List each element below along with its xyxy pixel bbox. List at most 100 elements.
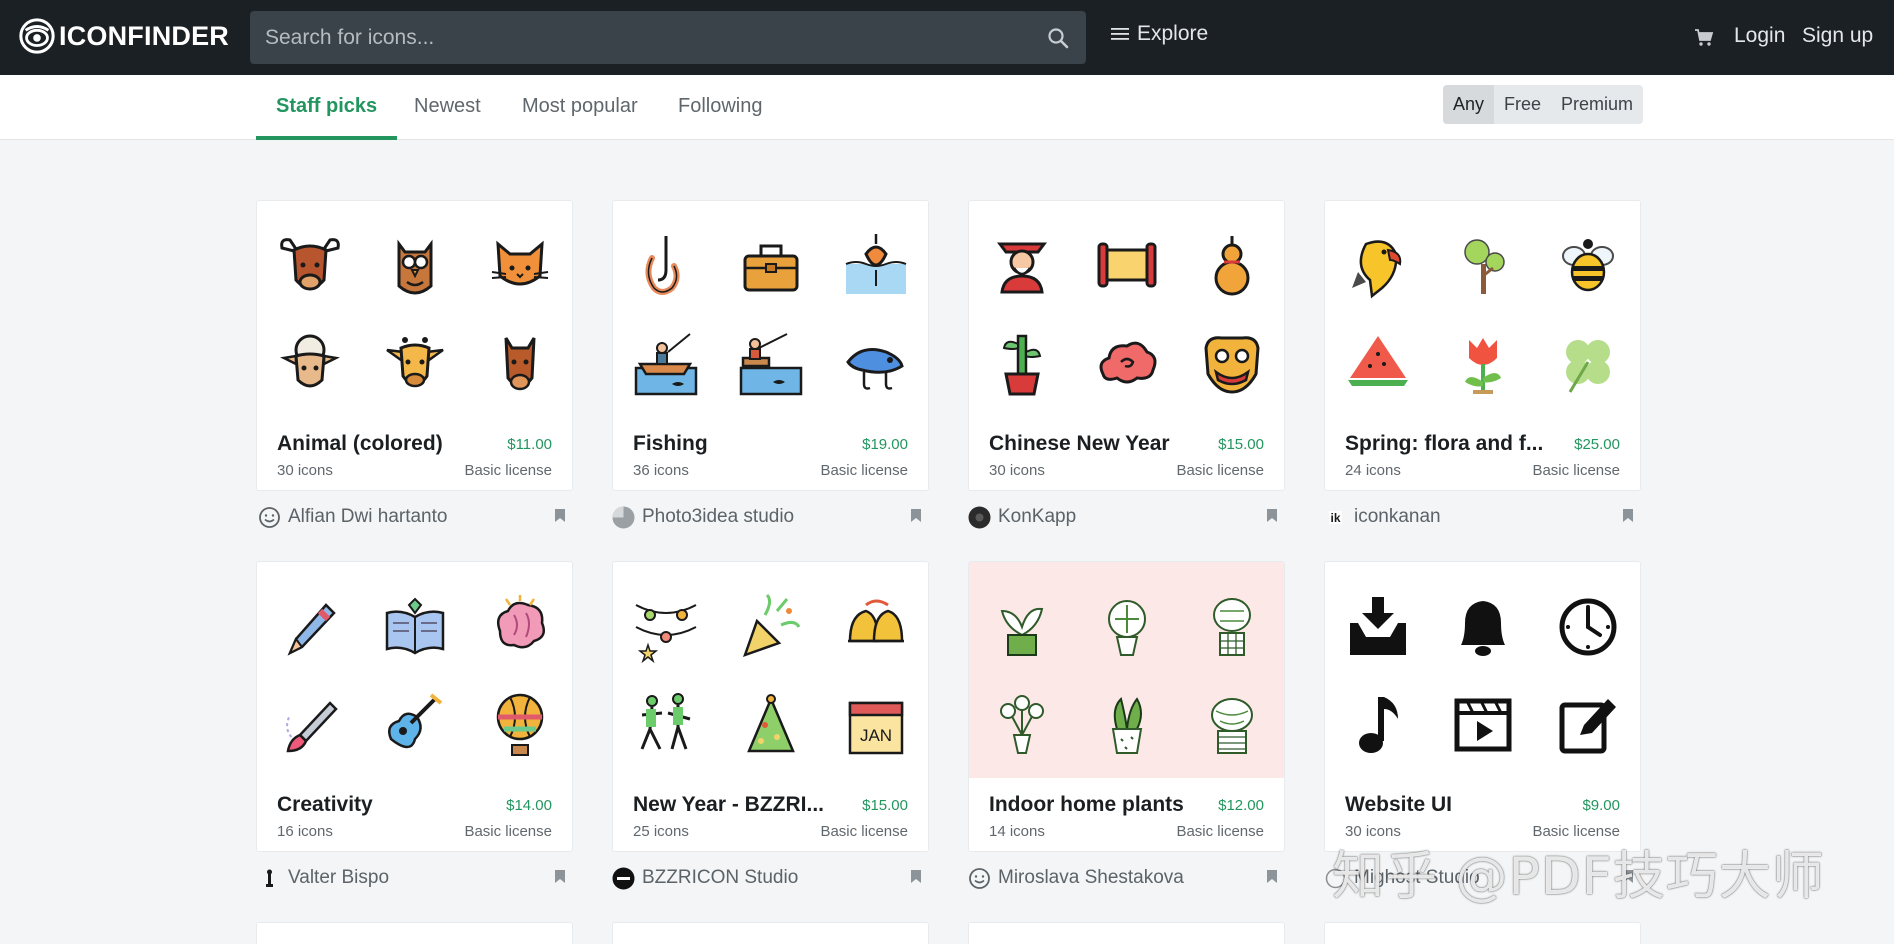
iconset-card[interactable]: Spring: flora and f... $25.00 24 icons B… (1324, 200, 1641, 491)
iconset-price: $11.00 (507, 436, 552, 453)
author-link[interactable]: BZZRICON Studio (612, 865, 798, 891)
sheep-icon (276, 328, 344, 400)
author-name: BZZRICON Studio (642, 867, 799, 888)
top-navbar: ICONFINDER Explore Login Sign up (0, 0, 1894, 75)
music-note-icon (1344, 689, 1412, 761)
open-book-icon (381, 591, 449, 663)
iconset-card[interactable] (968, 922, 1285, 944)
cat-icon (486, 230, 554, 302)
iconset-price: $19.00 (862, 436, 908, 453)
iconset-preview[interactable] (1325, 562, 1640, 778)
explore-menu-button[interactable]: Explore (1110, 22, 1208, 46)
bookmark-icon[interactable] (910, 508, 922, 523)
author-link[interactable]: Miroslava Shestakova (968, 865, 1184, 891)
author-link[interactable]: Photo3idea studio (612, 504, 794, 530)
license-free-button[interactable]: Free (1494, 85, 1551, 124)
search-icon[interactable] (1046, 26, 1070, 50)
login-link[interactable]: Login (1734, 24, 1785, 48)
bookmark-icon[interactable] (1266, 869, 1278, 884)
snake-plant-icon (1093, 689, 1161, 761)
potted-plant-icon (988, 591, 1056, 663)
iconset-preview[interactable] (969, 201, 1284, 417)
author-avatar (968, 506, 991, 528)
author-avatar (612, 867, 635, 889)
iconset-title[interactable]: Website UI (1345, 793, 1575, 817)
iconset-card[interactable]: JAN New Year - BZZRI... $15.00 25 icons … (612, 561, 929, 852)
author-avatar (612, 506, 635, 528)
iconset-title[interactable]: Fishing (633, 432, 863, 456)
iconset-card[interactable] (1324, 922, 1641, 944)
license-premium-button[interactable]: Premium (1551, 85, 1643, 124)
author-link[interactable]: KonKapp (968, 504, 1076, 530)
iconfinder-logo[interactable]: ICONFINDER (18, 17, 229, 55)
author-link[interactable]: ik iconkanan (1324, 504, 1441, 530)
smiley-avatar-icon (259, 506, 280, 528)
iconset-price: $25.00 (1574, 436, 1620, 453)
video-player-icon (1449, 689, 1517, 761)
bee-icon (1554, 230, 1622, 302)
tab-newest[interactable]: Newest (394, 75, 501, 140)
paint-brush-icon (276, 689, 344, 761)
signup-link[interactable]: Sign up (1802, 24, 1873, 48)
bookmark-icon[interactable] (1266, 508, 1278, 523)
iconset-card[interactable]: Chinese New Year $15.00 30 icons Basic l… (968, 200, 1285, 491)
scroll-icon (1093, 230, 1161, 302)
guitar-icon (381, 689, 449, 761)
iconset-preview[interactable] (257, 562, 572, 778)
license-any-button[interactable]: Any (1443, 85, 1495, 124)
iconset-card[interactable]: Indoor home plants $12.00 14 icons Basic… (968, 561, 1285, 852)
bookmark-icon[interactable] (1622, 508, 1634, 523)
iconset-card[interactable] (256, 922, 573, 944)
bookmark-icon[interactable] (554, 508, 566, 523)
iconset-title[interactable]: Chinese New Year (989, 432, 1219, 456)
dancing-people-icon (632, 689, 700, 761)
bookmark-icon[interactable] (554, 869, 566, 884)
iconset-title[interactable]: Spring: flora and f... (1345, 432, 1575, 456)
bookmark-icon[interactable] (910, 869, 922, 884)
iconset-title[interactable]: Animal (colored) (277, 432, 507, 456)
horse-icon (486, 328, 554, 400)
iconset-card[interactable]: Website UI $9.00 30 icons Basic license (1324, 561, 1641, 852)
logo-text: ICONFINDER (59, 20, 229, 51)
iconset-title[interactable]: Indoor home plants (989, 793, 1219, 817)
fern-plant-icon (988, 689, 1056, 761)
tab-most-popular[interactable]: Most popular (502, 75, 658, 140)
tab-staff-picks[interactable]: Staff picks (256, 75, 398, 140)
iconset-count: 24 icons (1345, 462, 1401, 479)
iconset-license: Basic license (1176, 823, 1264, 840)
iconset-license: Basic license (1176, 462, 1264, 479)
iconset-title[interactable]: New Year - BZZRI... (633, 793, 863, 817)
iconset-count: 16 icons (277, 823, 333, 840)
monstera-plant-icon (1198, 689, 1266, 761)
iconset-preview[interactable] (1325, 201, 1640, 417)
parrot-icon (1344, 230, 1412, 302)
shopping-cart-icon[interactable] (1694, 28, 1714, 48)
explore-label: Explore (1137, 22, 1209, 45)
iconset-license: Basic license (820, 823, 908, 840)
iconset-count: 30 icons (989, 462, 1045, 479)
iconset-license: Basic license (464, 823, 552, 840)
author-link[interactable]: Alfian Dwi hartanto (258, 504, 447, 530)
author-name: Alfian Dwi hartanto (288, 506, 448, 527)
iconset-preview[interactable] (969, 562, 1284, 778)
iconset-preview[interactable] (613, 201, 928, 417)
iconset-card[interactable]: Fishing $19.00 36 icons Basic license (612, 200, 929, 491)
hamburger-menu-icon (1111, 28, 1129, 40)
iconset-card[interactable]: Creativity $14.00 16 icons Basic license (256, 561, 573, 852)
iconset-price: $14.00 (506, 797, 552, 814)
lion-dance-icon (1198, 328, 1266, 400)
iconset-card[interactable] (612, 922, 929, 944)
tab-following[interactable]: Following (658, 75, 782, 140)
leafy-plant-icon (1198, 591, 1266, 663)
iconset-preview[interactable]: JAN (613, 562, 928, 778)
iconset-title[interactable]: Creativity (277, 793, 507, 817)
iconset-preview[interactable] (257, 201, 572, 417)
giraffe-icon (381, 328, 449, 400)
inbox-download-icon (1344, 591, 1412, 663)
author-link[interactable]: Valter Bispo (258, 865, 389, 891)
search-input[interactable] (265, 11, 1025, 64)
garland-icon (632, 591, 700, 663)
iconset-count: 25 icons (633, 823, 689, 840)
iconset-card[interactable]: Animal (colored) $11.00 30 icons Basic l… (256, 200, 573, 491)
author-name: KonKapp (998, 506, 1077, 527)
